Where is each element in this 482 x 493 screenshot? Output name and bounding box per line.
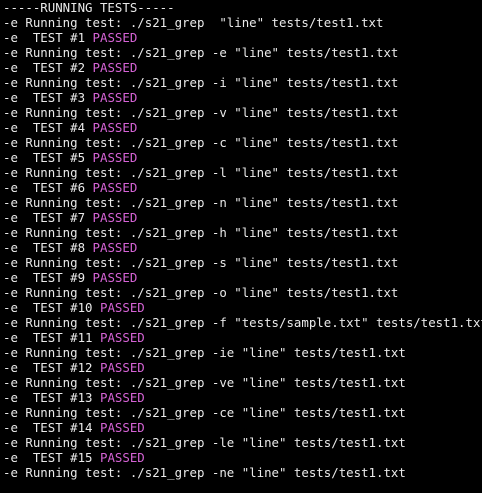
line-text: -e TEST #14 [3, 420, 100, 435]
line-text: -e Running test: ./s21_grep -o "line" te… [3, 285, 399, 300]
output-line: -e Running test: ./s21_grep -ve "line" t… [3, 375, 482, 390]
output-line: -e Running test: ./s21_grep -ce "line" t… [3, 405, 482, 420]
test-result-line: -e TEST #3 PASSED [3, 90, 482, 105]
passed-status: PASSED [92, 210, 138, 225]
line-text: -e TEST #15 [3, 450, 100, 465]
line-text: -e TEST #11 [3, 330, 100, 345]
test-result-line: -e TEST #8 PASSED [3, 240, 482, 255]
passed-status: PASSED [92, 270, 138, 285]
passed-status: PASSED [99, 330, 145, 345]
passed-status: PASSED [92, 150, 138, 165]
line-text: -e TEST #9 [3, 270, 93, 285]
output-line: -e Running test: ./s21_grep -c "line" te… [3, 135, 482, 150]
test-result-line: -e TEST #14 PASSED [3, 420, 482, 435]
output-line: -----RUNNING TESTS----- [3, 0, 482, 15]
output-line: -e Running test: ./s21_grep "line" tests… [3, 15, 482, 30]
test-result-line: -e TEST #7 PASSED [3, 210, 482, 225]
passed-status: PASSED [92, 240, 138, 255]
passed-status: PASSED [99, 390, 145, 405]
output-line: -e Running test: ./s21_grep -o "line" te… [3, 285, 482, 300]
terminal-window[interactable]: -----RUNNING TESTS----- -e Running test: … [0, 0, 482, 493]
output-line: -e Running test: ./s21_grep -ie "line" t… [3, 345, 482, 360]
test-result-line: -e TEST #5 PASSED [3, 150, 482, 165]
line-text: -e Running test: ./s21_grep -e "line" te… [3, 45, 399, 60]
line-text: -e Running test: ./s21_grep -ve "line" t… [3, 375, 406, 390]
output-line: -e Running test: ./s21_grep -ne "line" t… [3, 465, 482, 480]
passed-status: PASSED [92, 30, 138, 45]
line-text: -e Running test: ./s21_grep -ne "line" t… [3, 465, 406, 480]
line-text: -----RUNNING TESTS----- [3, 0, 175, 15]
test-result-line: -e TEST #6 PASSED [3, 180, 482, 195]
test-result-line: -e TEST #12 PASSED [3, 360, 482, 375]
line-text: -e Running test: ./s21_grep -le "line" t… [3, 435, 406, 450]
line-text: -e TEST #3 [3, 90, 93, 105]
passed-status: PASSED [92, 120, 138, 135]
output-line: -e Running test: ./s21_grep -v "line" te… [3, 105, 482, 120]
test-result-line: -e TEST #2 PASSED [3, 60, 482, 75]
line-text: -e TEST #6 [3, 180, 93, 195]
passed-status: PASSED [92, 60, 138, 75]
line-text: -e TEST #13 [3, 390, 100, 405]
output-line: -e Running test: ./s21_grep -s "line" te… [3, 255, 482, 270]
passed-status: PASSED [92, 90, 138, 105]
output-line: -e Running test: ./s21_grep -le "line" t… [3, 435, 482, 450]
passed-status: PASSED [99, 420, 145, 435]
test-result-line: -e TEST #4 PASSED [3, 120, 482, 135]
line-text: -e TEST #1 [3, 30, 93, 45]
output-line: -e Running test: ./s21_grep -l "line" te… [3, 165, 482, 180]
line-text: -e Running test: ./s21_grep -n "line" te… [3, 195, 399, 210]
line-text: -e Running test: ./s21_grep -f "tests/sa… [3, 315, 482, 330]
line-text: -e TEST #8 [3, 240, 93, 255]
output-line: -e Running test: ./s21_grep -i "line" te… [3, 75, 482, 90]
terminal-output: -----RUNNING TESTS----- -e Running test: … [3, 0, 482, 480]
output-line: -e Running test: ./s21_grep -e "line" te… [3, 45, 482, 60]
test-result-line: -e TEST #11 PASSED [3, 330, 482, 345]
output-line: -e Running test: ./s21_grep -f "tests/sa… [3, 315, 482, 330]
passed-status: PASSED [92, 180, 138, 195]
test-result-line: -e TEST #10 PASSED [3, 300, 482, 315]
line-text: -e TEST #5 [3, 150, 93, 165]
line-text: -e Running test: ./s21_grep -ie "line" t… [3, 345, 406, 360]
line-text: -e TEST #4 [3, 120, 93, 135]
test-result-line: -e TEST #13 PASSED [3, 390, 482, 405]
line-text: -e Running test: ./s21_grep -i "line" te… [3, 75, 399, 90]
test-result-line: -e TEST #9 PASSED [3, 270, 482, 285]
line-text: -e Running test: ./s21_grep -v "line" te… [3, 105, 399, 120]
line-text: -e TEST #2 [3, 60, 93, 75]
test-result-line: -e TEST #15 PASSED [3, 450, 482, 465]
passed-status: PASSED [99, 360, 145, 375]
line-text: -e Running test: ./s21_grep -s "line" te… [3, 255, 399, 270]
output-line: -e Running test: ./s21_grep -h "line" te… [3, 225, 482, 240]
output-line: -e Running test: ./s21_grep -n "line" te… [3, 195, 482, 210]
line-text: -e Running test: ./s21_grep "line" tests… [3, 15, 384, 30]
line-text: -e TEST #7 [3, 210, 93, 225]
test-result-line: -e TEST #1 PASSED [3, 30, 482, 45]
line-text: -e Running test: ./s21_grep -c "line" te… [3, 135, 399, 150]
line-text: -e Running test: ./s21_grep -l "line" te… [3, 165, 399, 180]
passed-status: PASSED [99, 450, 145, 465]
line-text: -e TEST #10 [3, 300, 100, 315]
passed-status: PASSED [99, 300, 145, 315]
line-text: -e Running test: ./s21_grep -ce "line" t… [3, 405, 406, 420]
line-text: -e Running test: ./s21_grep -h "line" te… [3, 225, 399, 240]
line-text: -e TEST #12 [3, 360, 100, 375]
